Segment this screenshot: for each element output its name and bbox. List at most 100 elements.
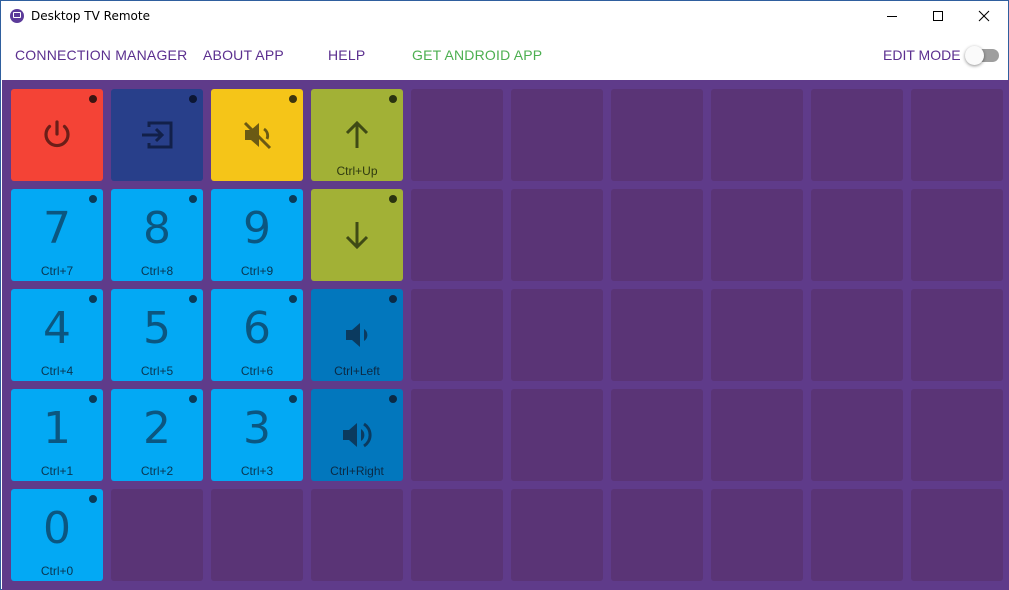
remote-button-arrow-up[interactable]: Ctrl+Up bbox=[311, 89, 403, 181]
empty-slot[interactable] bbox=[611, 189, 703, 281]
remote-button-num-9[interactable]: 9 Ctrl+9 bbox=[211, 189, 303, 281]
empty-slot[interactable] bbox=[911, 189, 1003, 281]
button-shortcut-label: Ctrl+Right bbox=[330, 464, 384, 478]
input-icon bbox=[142, 121, 173, 149]
empty-slot[interactable] bbox=[511, 189, 603, 281]
remote-button-volume-down[interactable]: Ctrl+Left bbox=[311, 289, 403, 381]
button-shortcut-label: Ctrl+Left bbox=[334, 364, 380, 378]
volume-up-icon bbox=[343, 422, 372, 448]
status-dot bbox=[389, 195, 397, 203]
status-dot bbox=[389, 395, 397, 403]
button-number: 3 bbox=[243, 403, 271, 454]
minimize-icon bbox=[887, 16, 897, 17]
remote-button-power[interactable] bbox=[11, 89, 103, 181]
button-number: 4 bbox=[43, 303, 71, 354]
empty-slot[interactable] bbox=[711, 89, 803, 181]
button-shortcut-label: Ctrl+2 bbox=[140, 464, 174, 478]
remote-button-num-1[interactable]: 1 Ctrl+1 bbox=[11, 389, 103, 481]
button-number: 0 bbox=[43, 503, 71, 554]
toggle-thumb bbox=[965, 46, 984, 65]
maximize-button[interactable] bbox=[915, 1, 961, 31]
volume-down-icon bbox=[346, 323, 368, 347]
empty-slot[interactable] bbox=[511, 89, 603, 181]
empty-slot[interactable] bbox=[811, 389, 903, 481]
button-shortcut-label: Ctrl+9 bbox=[240, 264, 274, 278]
empty-slot[interactable] bbox=[211, 489, 303, 581]
empty-slot[interactable] bbox=[711, 389, 803, 481]
remote-button-volume-up[interactable]: Ctrl+Right bbox=[311, 389, 403, 481]
status-dot bbox=[289, 95, 297, 103]
button-shortcut-label: Ctrl+6 bbox=[240, 364, 274, 378]
remote-button-num-4[interactable]: 4 Ctrl+4 bbox=[11, 289, 103, 381]
help-link[interactable]: HELP bbox=[328, 47, 365, 63]
power-icon bbox=[44, 120, 70, 148]
connection-manager-link[interactable]: CONNECTION MANAGER bbox=[15, 47, 187, 63]
empty-slot[interactable] bbox=[411, 289, 503, 381]
close-button[interactable] bbox=[961, 1, 1007, 31]
remote-button-input[interactable] bbox=[111, 89, 203, 181]
close-icon bbox=[978, 10, 990, 22]
button-shortcut-label: Ctrl+3 bbox=[240, 464, 274, 478]
empty-slot[interactable] bbox=[111, 489, 203, 581]
maximize-icon bbox=[933, 11, 943, 21]
empty-slot[interactable] bbox=[411, 189, 503, 281]
title-bar[interactable]: Desktop TV Remote bbox=[1, 1, 1008, 31]
get-android-app-link[interactable]: GET ANDROID APP bbox=[412, 47, 542, 63]
edit-mode-label: EDIT MODE bbox=[883, 47, 961, 63]
button-number: 8 bbox=[143, 203, 171, 254]
remote-button-num-6[interactable]: 6 Ctrl+6 bbox=[211, 289, 303, 381]
button-number: 2 bbox=[143, 403, 171, 454]
button-number: 7 bbox=[43, 203, 71, 254]
empty-slot[interactable] bbox=[611, 89, 703, 181]
status-dot bbox=[389, 95, 397, 103]
empty-slot[interactable] bbox=[911, 489, 1003, 581]
arrow-up-icon bbox=[345, 120, 369, 148]
remote-button-num-3[interactable]: 3 Ctrl+3 bbox=[211, 389, 303, 481]
empty-slot[interactable] bbox=[511, 289, 603, 381]
button-shortcut-label: Ctrl+7 bbox=[40, 264, 74, 278]
empty-slot[interactable] bbox=[911, 289, 1003, 381]
remote-button-num-5[interactable]: 5 Ctrl+5 bbox=[111, 289, 203, 381]
menu-bar: CONNECTION MANAGER ABOUT APP HELP GET AN… bbox=[1, 31, 1008, 79]
empty-slot[interactable] bbox=[811, 489, 903, 581]
empty-slot[interactable] bbox=[711, 289, 803, 381]
window-title: Desktop TV Remote bbox=[31, 9, 150, 23]
button-number: 5 bbox=[143, 303, 171, 354]
empty-slot[interactable] bbox=[711, 189, 803, 281]
app-window: Desktop TV Remote CONNECTION MANAGER ABO… bbox=[0, 0, 1009, 590]
empty-slot[interactable] bbox=[511, 489, 603, 581]
empty-slot[interactable] bbox=[411, 489, 503, 581]
empty-slot[interactable] bbox=[611, 289, 703, 381]
about-app-link[interactable]: ABOUT APP bbox=[203, 47, 284, 63]
remote-button-num-8[interactable]: 8 Ctrl+8 bbox=[111, 189, 203, 281]
arrow-down-icon bbox=[345, 222, 369, 250]
tv-app-icon bbox=[10, 9, 24, 23]
empty-slot[interactable] bbox=[711, 489, 803, 581]
button-shortcut-label: Ctrl+5 bbox=[140, 364, 174, 378]
empty-slot[interactable] bbox=[911, 89, 1003, 181]
empty-slot[interactable] bbox=[411, 89, 503, 181]
remote-button-arrow-down[interactable] bbox=[311, 189, 403, 281]
empty-slot[interactable] bbox=[611, 389, 703, 481]
button-shortcut-label: Ctrl+8 bbox=[140, 264, 174, 278]
status-dot bbox=[189, 95, 197, 103]
remote-button-num-7[interactable]: 7 Ctrl+7 bbox=[11, 189, 103, 281]
remote-button-num-0[interactable]: 0 Ctrl+0 bbox=[11, 489, 103, 581]
button-number: 9 bbox=[243, 203, 271, 254]
empty-slot[interactable] bbox=[611, 489, 703, 581]
remote-button-num-2[interactable]: 2 Ctrl+2 bbox=[111, 389, 203, 481]
empty-slot[interactable] bbox=[811, 89, 903, 181]
minimize-button[interactable] bbox=[869, 1, 915, 31]
empty-slot[interactable] bbox=[811, 189, 903, 281]
empty-slot[interactable] bbox=[511, 389, 603, 481]
empty-slot[interactable] bbox=[811, 289, 903, 381]
button-number: 1 bbox=[43, 403, 71, 454]
button-number: 6 bbox=[243, 303, 271, 354]
empty-slot[interactable] bbox=[911, 389, 1003, 481]
mute-icon bbox=[243, 121, 272, 150]
button-shortcut-label: Ctrl+Up bbox=[336, 164, 378, 178]
empty-slot[interactable] bbox=[311, 489, 403, 581]
empty-slot[interactable] bbox=[411, 389, 503, 481]
remote-button-mute[interactable] bbox=[211, 89, 303, 181]
edit-mode-toggle[interactable] bbox=[965, 45, 1001, 65]
